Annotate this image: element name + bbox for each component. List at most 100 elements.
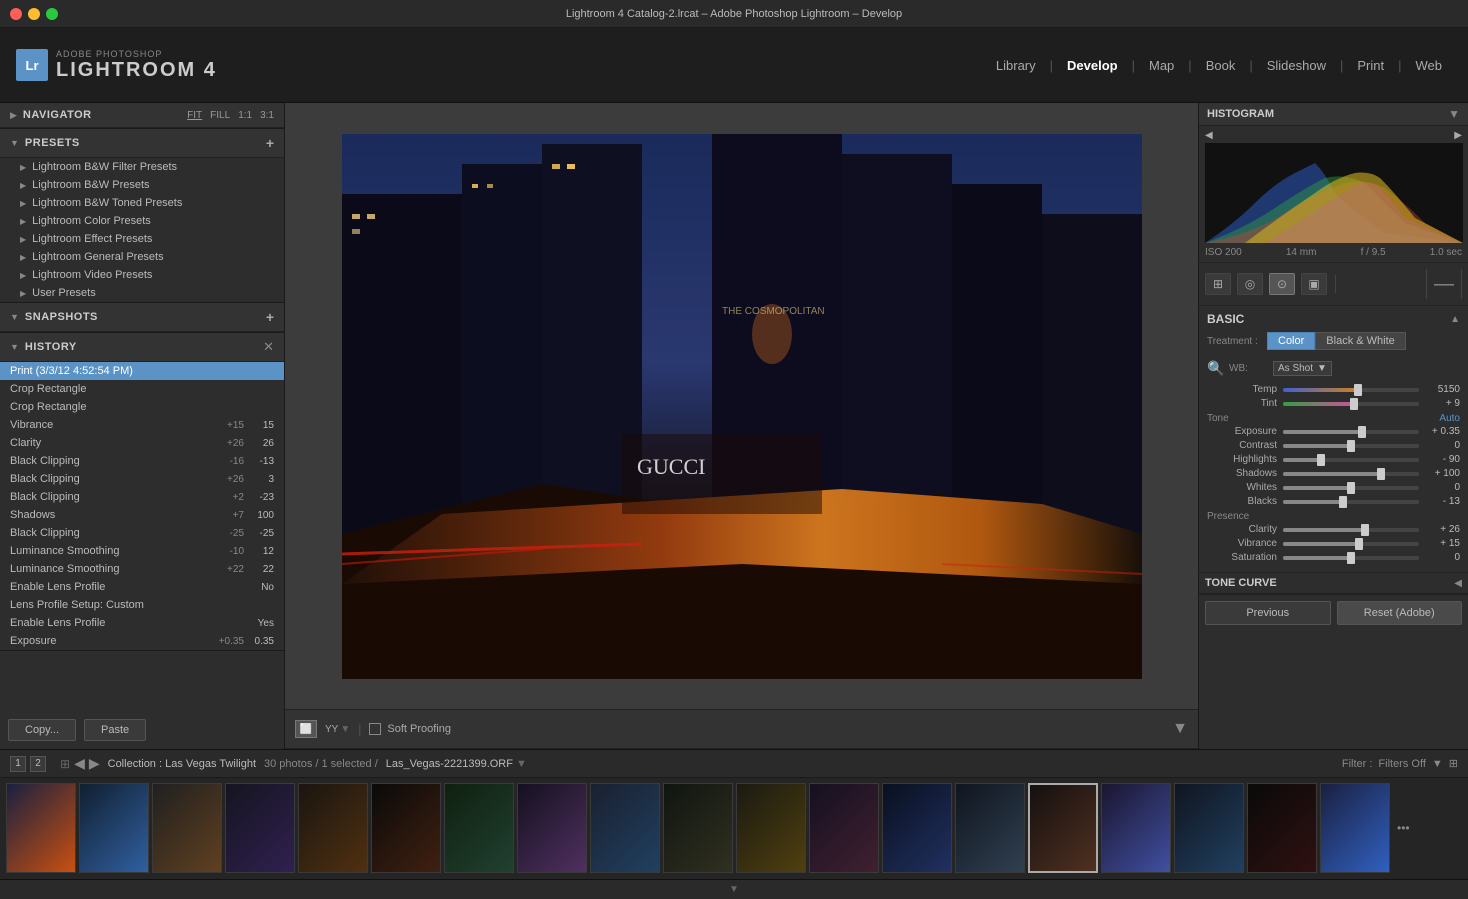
thumb-3[interactable] bbox=[152, 783, 222, 873]
filename-dropdown-arrow[interactable]: ▼ bbox=[516, 758, 527, 770]
color-treatment-button[interactable]: Color bbox=[1267, 332, 1315, 350]
history-item-7[interactable]: Black Clipping +2 -23 bbox=[0, 488, 284, 506]
blacks-slider[interactable] bbox=[1283, 500, 1419, 504]
preset-item-video[interactable]: ▶ Lightroom Video Presets bbox=[0, 266, 284, 284]
history-item-1[interactable]: Crop Rectangle bbox=[0, 380, 284, 398]
minimize-button[interactable] bbox=[28, 8, 40, 20]
temp-slider[interactable] bbox=[1283, 388, 1419, 392]
saturation-slider[interactable] bbox=[1283, 556, 1419, 560]
navigator-header[interactable]: ▶ Navigator FIT FILL 1:1 3:1 bbox=[0, 103, 284, 128]
filmstrip-grid-icon[interactable]: ⊞ bbox=[60, 757, 70, 771]
history-item-0[interactable]: Print (3/3/12 4:52:54 PM) bbox=[0, 362, 284, 380]
histogram-shadow-clip-icon[interactable]: ◀ bbox=[1205, 130, 1213, 141]
contrast-slider[interactable] bbox=[1283, 444, 1419, 448]
fit-option-fill[interactable]: FILL bbox=[210, 110, 230, 121]
preset-item-bw[interactable]: ▶ Lightroom B&W Presets bbox=[0, 176, 284, 194]
spot-removal-tool[interactable]: ◎ bbox=[1237, 273, 1263, 295]
filmstrip-prev-arrow[interactable]: ◀ bbox=[74, 755, 85, 772]
thumb-4[interactable] bbox=[225, 783, 295, 873]
nav-print[interactable]: Print bbox=[1347, 54, 1394, 77]
thumb-18[interactable] bbox=[1247, 783, 1317, 873]
preset-item-general[interactable]: ▶ Lightroom General Presets bbox=[0, 248, 284, 266]
history-item-6[interactable]: Black Clipping +26 3 bbox=[0, 470, 284, 488]
copy-button[interactable]: Copy... bbox=[8, 719, 76, 741]
basic-expand-arrow[interactable]: ▲ bbox=[1450, 314, 1460, 325]
whites-slider[interactable] bbox=[1283, 486, 1419, 490]
preset-item-effect[interactable]: ▶ Lightroom Effect Presets bbox=[0, 230, 284, 248]
histogram-highlight-clip-icon[interactable]: ▶ bbox=[1454, 130, 1462, 141]
thumb-19[interactable] bbox=[1320, 783, 1390, 873]
thumb-13[interactable] bbox=[882, 783, 952, 873]
filmstrip-next-arrow[interactable]: ▶ bbox=[89, 755, 100, 772]
thumb-9[interactable] bbox=[590, 783, 660, 873]
history-item-11[interactable]: Luminance Smoothing +22 22 bbox=[0, 560, 284, 578]
filmstrip-expand-icon[interactable]: ⊞ bbox=[1449, 757, 1458, 770]
page-1-button[interactable]: 1 bbox=[10, 756, 26, 772]
exposure-slider[interactable] bbox=[1283, 430, 1419, 434]
paste-button[interactable]: Paste bbox=[84, 719, 146, 741]
close-button[interactable] bbox=[10, 8, 22, 20]
nav-web[interactable]: Web bbox=[1406, 54, 1453, 77]
expand-button[interactable]: ▼ bbox=[1172, 720, 1188, 738]
previous-button[interactable]: Previous bbox=[1205, 601, 1331, 625]
nav-library[interactable]: Library bbox=[986, 54, 1046, 77]
preset-item-user[interactable]: ▶ User Presets bbox=[0, 284, 284, 302]
thumb-14[interactable] bbox=[955, 783, 1025, 873]
bottom-arrow[interactable]: ▼ bbox=[729, 884, 739, 895]
presets-header[interactable]: ▼ Presets + bbox=[0, 129, 284, 158]
history-item-10[interactable]: Luminance Smoothing -10 12 bbox=[0, 542, 284, 560]
histogram-expand-icon[interactable]: ▼ bbox=[1448, 107, 1460, 121]
nav-book[interactable]: Book bbox=[1196, 54, 1246, 77]
shadows-slider[interactable] bbox=[1283, 472, 1419, 476]
thumb-12[interactable] bbox=[809, 783, 879, 873]
history-item-9[interactable]: Black Clipping -25 -25 bbox=[0, 524, 284, 542]
thumb-7[interactable] bbox=[444, 783, 514, 873]
history-close-button[interactable]: ✕ bbox=[263, 339, 274, 355]
history-item-8[interactable]: Shadows +7 100 bbox=[0, 506, 284, 524]
thumb-17[interactable] bbox=[1174, 783, 1244, 873]
history-item-12[interactable]: Enable Lens Profile No bbox=[0, 578, 284, 596]
crop-tool[interactable]: ⊞ bbox=[1205, 273, 1231, 295]
nav-slideshow[interactable]: Slideshow bbox=[1257, 54, 1336, 77]
thumb-1[interactable] bbox=[6, 783, 76, 873]
history-item-13[interactable]: Lens Profile Setup: Custom bbox=[0, 596, 284, 614]
tint-slider[interactable] bbox=[1283, 402, 1419, 406]
presets-add-button[interactable]: + bbox=[266, 135, 274, 151]
tone-auto-button[interactable]: Auto bbox=[1439, 413, 1460, 424]
snapshots-add-button[interactable]: + bbox=[266, 309, 274, 325]
thumb-15-selected[interactable] bbox=[1028, 783, 1098, 873]
thumb-11[interactable] bbox=[736, 783, 806, 873]
bw-treatment-button[interactable]: Black & White bbox=[1315, 332, 1405, 350]
nav-develop[interactable]: Develop bbox=[1057, 54, 1128, 77]
fit-option-1-1[interactable]: 1:1 bbox=[238, 110, 252, 121]
history-item-15[interactable]: Exposure +0.35 0.35 bbox=[0, 632, 284, 650]
graduated-filter-tool[interactable]: ▣ bbox=[1301, 273, 1327, 295]
history-item-5[interactable]: Black Clipping -16 -13 bbox=[0, 452, 284, 470]
wb-dropdown[interactable]: As Shot ▼ bbox=[1273, 361, 1332, 376]
tone-curve-arrow[interactable]: ◀ bbox=[1454, 578, 1462, 589]
reset-button[interactable]: Reset (Adobe) bbox=[1337, 601, 1463, 625]
history-item-4[interactable]: Clarity +26 26 bbox=[0, 434, 284, 452]
fit-option-3-1[interactable]: 3:1 bbox=[260, 110, 274, 121]
fit-option-fit[interactable]: FIT bbox=[187, 110, 202, 121]
thumb-6[interactable] bbox=[371, 783, 441, 873]
filter-dropdown-arrow[interactable]: ▼ bbox=[1432, 758, 1443, 770]
highlights-slider[interactable] bbox=[1283, 458, 1419, 462]
eyedropper-tool[interactable]: 🔍 bbox=[1207, 356, 1225, 380]
red-eye-tool[interactable]: ⊙ bbox=[1269, 273, 1295, 295]
vibrance-slider[interactable] bbox=[1283, 542, 1419, 546]
thumb-5[interactable] bbox=[298, 783, 368, 873]
snapshots-header[interactable]: ▼ Snapshots + bbox=[0, 303, 284, 332]
soft-proofing-checkbox[interactable] bbox=[369, 723, 381, 735]
thumb-2[interactable] bbox=[79, 783, 149, 873]
history-header[interactable]: ▼ History ✕ bbox=[0, 333, 284, 362]
loupe-view-button[interactable]: ⬜ bbox=[295, 720, 317, 738]
clarity-slider[interactable] bbox=[1283, 528, 1419, 532]
history-item-2[interactable]: Crop Rectangle bbox=[0, 398, 284, 416]
thumb-16[interactable] bbox=[1101, 783, 1171, 873]
history-item-14[interactable]: Enable Lens Profile Yes bbox=[0, 614, 284, 632]
nav-map[interactable]: Map bbox=[1139, 54, 1184, 77]
preset-item-color[interactable]: ▶ Lightroom Color Presets bbox=[0, 212, 284, 230]
thumb-8[interactable] bbox=[517, 783, 587, 873]
thumb-10[interactable] bbox=[663, 783, 733, 873]
